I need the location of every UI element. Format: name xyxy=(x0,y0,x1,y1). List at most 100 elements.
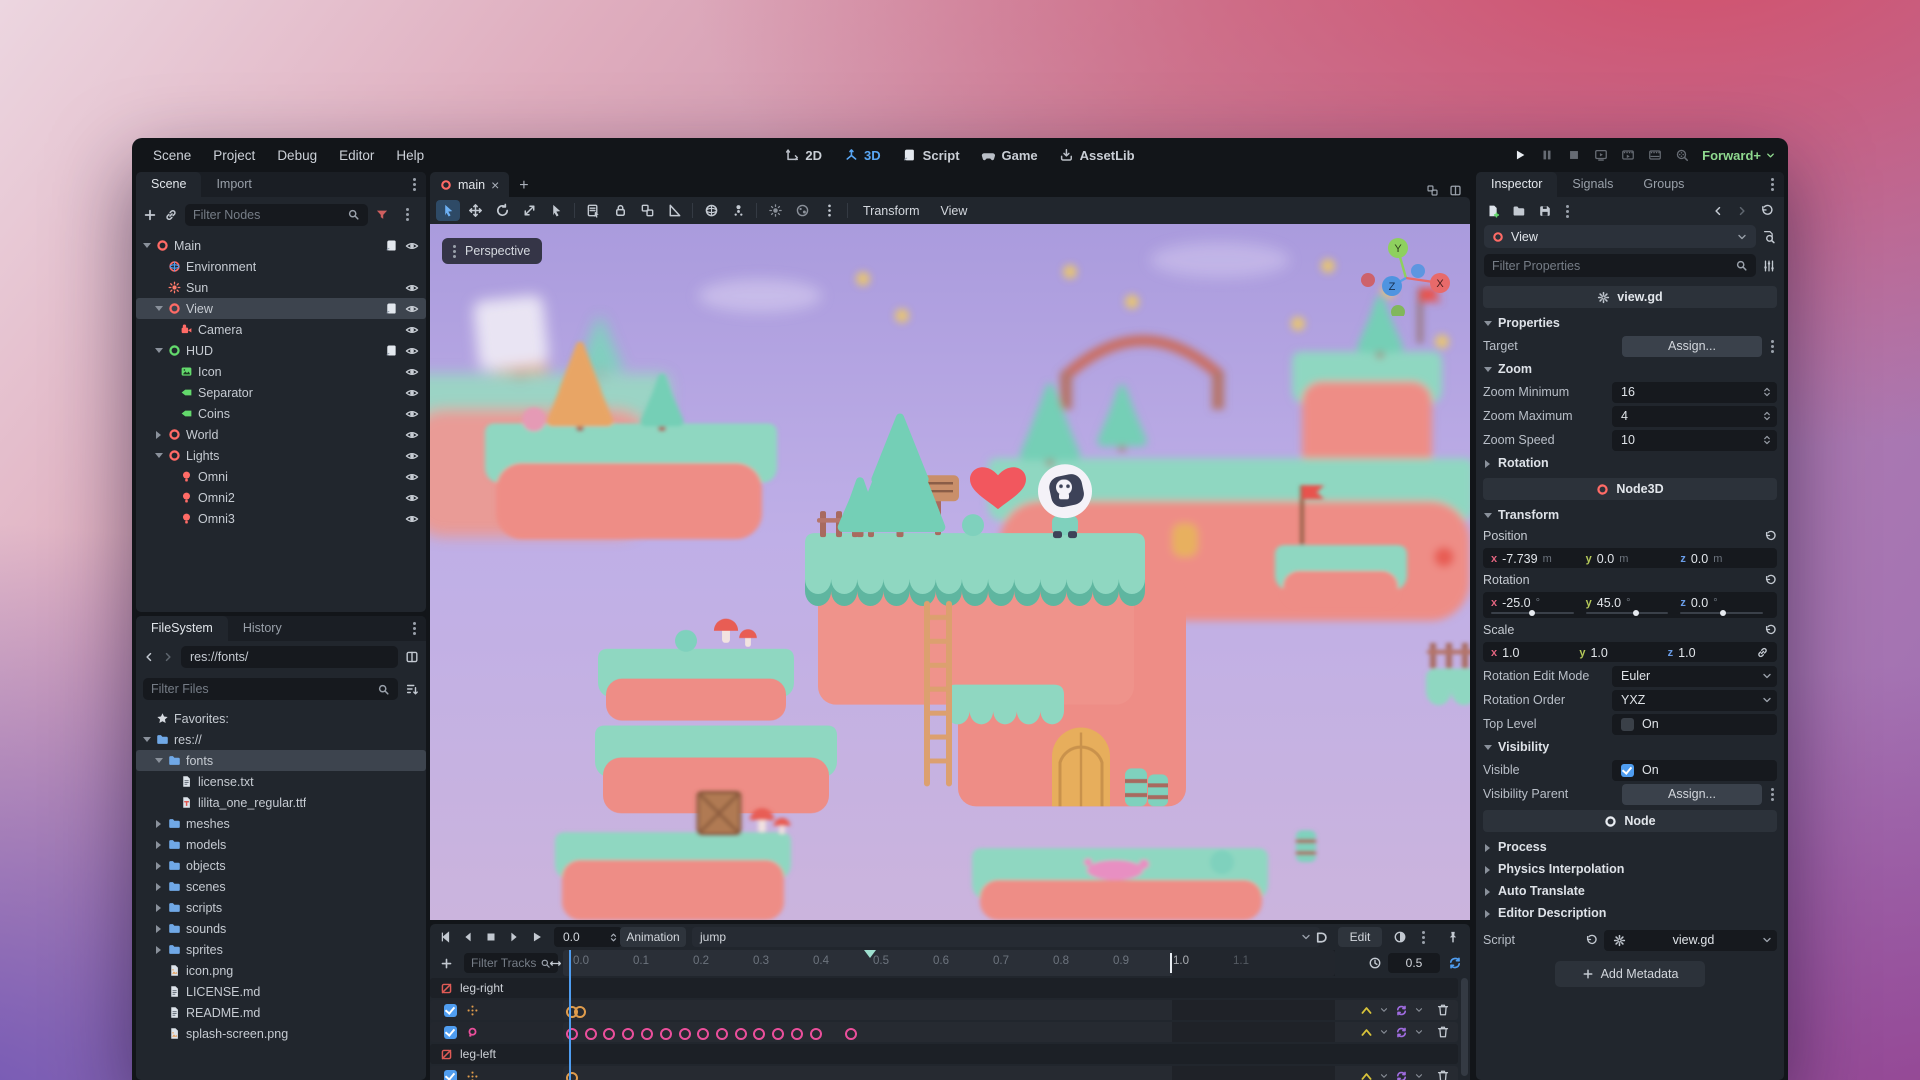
dock-menu-icon[interactable] xyxy=(413,183,416,186)
path-field[interactable]: res://fonts/ xyxy=(181,646,398,668)
loop-icon[interactable] xyxy=(1448,953,1462,973)
viewport-3d[interactable]: Perspective YXZ xyxy=(430,224,1470,920)
perspective-menu[interactable]: Perspective xyxy=(442,238,542,264)
banner-node3d[interactable]: Node3D xyxy=(1483,478,1777,500)
rotation-order-dropdown[interactable]: YXZ xyxy=(1612,690,1777,711)
rotate-mode-icon[interactable] xyxy=(490,200,514,221)
expander-icon[interactable] xyxy=(154,819,163,828)
file-item-lilita-one-regular-ttf[interactable]: lilita_one_regular.ttf xyxy=(136,792,426,813)
distraction-free-icon[interactable] xyxy=(1449,184,1462,197)
animation-menu-icon[interactable] xyxy=(1418,927,1429,947)
section-auto-translate[interactable]: Auto Translate xyxy=(1483,880,1777,902)
property-menu-icon[interactable] xyxy=(1771,793,1774,796)
expander-icon[interactable] xyxy=(154,756,163,765)
track-enabled-checkbox[interactable] xyxy=(444,1026,457,1039)
add-metadata-button[interactable]: Add Metadata xyxy=(1555,961,1705,987)
workspace-assetlib[interactable]: AssetLib xyxy=(1051,145,1144,166)
scene-node-camera[interactable]: Camera xyxy=(136,319,426,340)
save-resource-icon[interactable] xyxy=(1538,204,1552,218)
filter-properties-input[interactable]: Filter Properties xyxy=(1484,254,1756,277)
split-view-icon[interactable] xyxy=(405,650,419,664)
vector-component-z[interactable]: z0.0° xyxy=(1678,594,1771,610)
spinner-icon[interactable] xyxy=(1761,386,1773,398)
vector-component-z[interactable]: z1.0 xyxy=(1666,644,1752,660)
selection-list-icon[interactable] xyxy=(544,200,568,221)
animation-track[interactable] xyxy=(430,1000,1458,1020)
keyframe[interactable] xyxy=(679,1028,691,1040)
file-item-sounds[interactable]: sounds xyxy=(136,918,426,939)
expander-icon[interactable] xyxy=(154,903,163,912)
eye-icon[interactable] xyxy=(405,512,419,526)
assign-button[interactable]: Assign... xyxy=(1622,336,1762,357)
top-level-checkbox-field[interactable]: On xyxy=(1612,714,1777,735)
link-scale-icon[interactable] xyxy=(1754,646,1771,659)
expander-icon[interactable] xyxy=(1483,511,1492,520)
filter-tracks-input[interactable]: Filter Tracks xyxy=(464,953,558,973)
more-icon[interactable] xyxy=(817,200,841,221)
expander-icon[interactable] xyxy=(1483,743,1492,752)
animation-track[interactable] xyxy=(430,1066,1458,1080)
keyframe[interactable] xyxy=(735,1028,747,1040)
vector-component-z[interactable]: z0.0m xyxy=(1678,550,1771,566)
animation-track[interactable] xyxy=(430,1022,1458,1042)
scene-node-view[interactable]: View xyxy=(136,298,426,319)
expander-icon[interactable] xyxy=(1483,365,1492,374)
film-search-icon[interactable] xyxy=(1675,148,1689,162)
loop-wrap-icon[interactable] xyxy=(1395,1004,1408,1017)
view-menu[interactable]: View xyxy=(932,204,977,218)
file-item-res[interactable]: res:// xyxy=(136,729,426,750)
expander-icon[interactable] xyxy=(154,451,163,460)
file-item-models[interactable]: models xyxy=(136,834,426,855)
run-mode-button[interactable]: Forward+ xyxy=(1702,148,1776,163)
eye-icon[interactable] xyxy=(405,323,419,337)
scene-node-omni[interactable]: Omni xyxy=(136,466,426,487)
expander-icon[interactable] xyxy=(1483,887,1492,896)
scene-node-lights[interactable]: Lights xyxy=(136,445,426,466)
skip-back-icon[interactable] xyxy=(438,930,452,944)
eye-icon[interactable] xyxy=(405,407,419,421)
workspace-game[interactable]: Game xyxy=(973,145,1047,166)
view-axes-gizmo[interactable]: YXZ xyxy=(1360,232,1452,321)
file-item-license-txt[interactable]: license.txt xyxy=(136,771,426,792)
dock-menu-icon[interactable] xyxy=(1771,183,1774,186)
angle-icon[interactable] xyxy=(662,200,686,221)
resource-menu-icon[interactable] xyxy=(1566,210,1569,213)
expander-icon[interactable] xyxy=(154,304,163,313)
section-visibility[interactable]: Visibility xyxy=(1483,736,1777,758)
rotation-edit-mode-dropdown[interactable]: Euler xyxy=(1612,666,1777,687)
scene-tree-menu-icon[interactable] xyxy=(406,213,409,216)
snap-step-field[interactable]: 0.5 xyxy=(1388,953,1440,973)
step-forward-icon[interactable] xyxy=(507,930,521,944)
file-item-scenes[interactable]: scenes xyxy=(136,876,426,897)
scene-node-omni2[interactable]: Omni2 xyxy=(136,487,426,508)
playhead[interactable] xyxy=(569,950,571,1080)
file-item-license-md[interactable]: LICENSE.md xyxy=(136,981,426,1002)
keyframe[interactable] xyxy=(660,1028,672,1040)
expander-icon[interactable] xyxy=(1483,459,1492,468)
vector-component-y[interactable]: y1.0 xyxy=(1577,644,1663,660)
open-docs-icon[interactable] xyxy=(1762,230,1776,244)
expander-icon[interactable] xyxy=(154,945,163,954)
file-item-fonts[interactable]: fonts xyxy=(136,750,426,771)
timeline-marker[interactable] xyxy=(864,950,876,958)
vector-component-x[interactable]: x-7.739m xyxy=(1489,550,1582,566)
expander-icon[interactable] xyxy=(1483,843,1492,852)
eye-icon[interactable] xyxy=(405,428,419,442)
tab-list-icon[interactable] xyxy=(1426,184,1439,197)
spinner-icon[interactable] xyxy=(1761,410,1773,422)
checkbox[interactable] xyxy=(1621,764,1634,777)
section-zoom[interactable]: Zoom xyxy=(1483,358,1777,380)
section-transform[interactable]: Transform xyxy=(1483,504,1777,526)
eye-icon[interactable] xyxy=(405,365,419,379)
local-space-icon[interactable] xyxy=(699,200,723,221)
file-item-readme-md[interactable]: README.md xyxy=(136,1002,426,1023)
scene-node-hud[interactable]: HUD xyxy=(136,340,426,361)
keyframe[interactable] xyxy=(845,1028,857,1040)
expander-icon[interactable] xyxy=(1483,865,1492,874)
workspace-2d[interactable]: 2D xyxy=(776,145,831,166)
tab-inspector[interactable]: Inspector xyxy=(1476,172,1557,197)
lock-icon[interactable] xyxy=(608,200,632,221)
section-rotation[interactable]: Rotation xyxy=(1483,452,1777,474)
menu-help[interactable]: Help xyxy=(385,148,435,163)
menu-debug[interactable]: Debug xyxy=(266,148,328,163)
